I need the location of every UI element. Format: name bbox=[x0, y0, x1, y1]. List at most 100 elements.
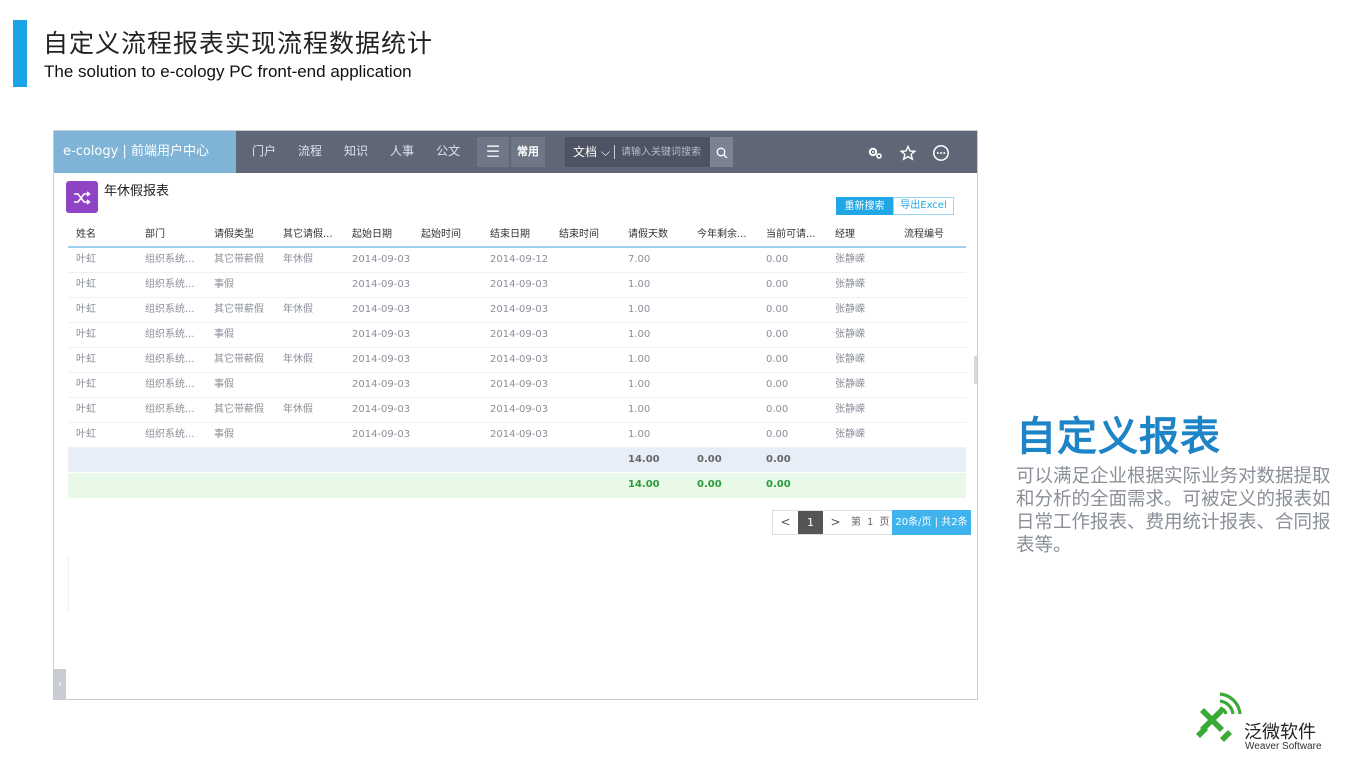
cell-leave-type: 其它带薪假 bbox=[214, 304, 264, 315]
cell-start-date: 2014-09-03 bbox=[352, 354, 411, 365]
brand-title[interactable]: e-cology | 前端用户中心 bbox=[54, 131, 236, 173]
cell-name: 叶虹 bbox=[76, 279, 96, 290]
search-scope-select[interactable]: 文档 ⌵ bbox=[573, 137, 610, 167]
feature-description: 可以满足企业根据实际业务对数据提取和分析的全面需求。可被定义的报表如日常工作报表… bbox=[1016, 466, 1331, 556]
nav-item-documents[interactable]: 公文 bbox=[436, 131, 460, 173]
cell-name: 叶虹 bbox=[76, 404, 96, 415]
nav-item-workflow[interactable]: 流程 bbox=[298, 131, 322, 173]
table-row[interactable]: 叶虹 组织系统... 事假 2014-09-03 2014-09-03 1.00 0.00 张… bbox=[68, 273, 966, 298]
column-header-flow-no[interactable]: 流程编号 bbox=[904, 223, 970, 247]
cell-end-date: 2014-09-03 bbox=[490, 429, 549, 440]
scrollbar[interactable] bbox=[974, 356, 977, 384]
cell-leave-type: 事假 bbox=[214, 329, 234, 340]
column-header-leave-type[interactable]: 请假类型 bbox=[214, 223, 280, 247]
expand-sidebar-button[interactable]: › bbox=[54, 669, 66, 699]
page-size-select[interactable]: 20条/页 | 共2条 bbox=[892, 510, 971, 535]
cell-dept: 组织系统... bbox=[145, 354, 195, 365]
column-header-dept[interactable]: 部门 bbox=[145, 223, 211, 247]
subtotal-remaining: 0.00 bbox=[697, 454, 722, 465]
cell-manager: 张静嵘 bbox=[835, 329, 865, 340]
nav-item-hr[interactable]: 人事 bbox=[390, 131, 414, 173]
pagination: < 1 > 第 1 页 20条/页 | 共2条 bbox=[772, 510, 971, 535]
column-header-other-leave[interactable]: 其它请假... bbox=[283, 223, 349, 247]
more-icon[interactable] bbox=[930, 141, 952, 163]
main-nav: 门户 流程 知识 人事 公文 bbox=[252, 131, 482, 173]
cell-leave-type: 事假 bbox=[214, 279, 234, 290]
column-header-days[interactable]: 请假天数 bbox=[628, 223, 694, 247]
column-header-end-date[interactable]: 结束日期 bbox=[490, 223, 556, 247]
column-header-end-time[interactable]: 结束时间 bbox=[559, 223, 625, 247]
cell-name: 叶虹 bbox=[76, 354, 96, 365]
cell-other-leave: 年休假 bbox=[283, 354, 313, 365]
total-row: 14.00 0.00 0.00 bbox=[68, 473, 966, 498]
column-header-name[interactable]: 姓名 bbox=[76, 223, 142, 247]
slide-accent-bar bbox=[13, 20, 27, 87]
table-row[interactable]: 叶虹 组织系统... 其它带薪假 年休假 2014-09-03 2014-09-03 1.0… bbox=[68, 398, 966, 423]
cell-leave-type: 其它带薪假 bbox=[214, 254, 264, 265]
goto-page-input[interactable]: 1 bbox=[864, 511, 876, 534]
next-page-button[interactable]: > bbox=[823, 511, 848, 534]
logo-subtitle: Weaver Software bbox=[1245, 741, 1322, 752]
slide-title: 自定义流程报表实现流程数据统计 bbox=[43, 29, 434, 58]
cell-days: 1.00 bbox=[628, 354, 651, 365]
cell-dept: 组织系统... bbox=[145, 329, 195, 340]
goto-suffix: 页 bbox=[879, 517, 890, 528]
subtotal-available: 0.00 bbox=[766, 454, 791, 465]
hamburger-icon[interactable]: ☰ bbox=[477, 137, 509, 167]
nav-item-portal[interactable]: 门户 bbox=[252, 131, 276, 173]
cell-end-date: 2014-09-03 bbox=[490, 404, 549, 415]
cell-manager: 张静嵘 bbox=[835, 404, 865, 415]
slide-subtitle: The solution to e-cology PC front-end ap… bbox=[44, 62, 412, 81]
search-scope-label: 文档 bbox=[573, 145, 598, 159]
common-button[interactable]: 常用 bbox=[511, 137, 545, 167]
cell-available: 0.00 bbox=[766, 354, 789, 365]
subtotal-row: 14.00 0.00 0.00 bbox=[68, 448, 966, 473]
column-header-remaining[interactable]: 今年剩余... bbox=[697, 223, 763, 247]
cell-available: 0.00 bbox=[766, 304, 789, 315]
column-header-start-time[interactable]: 起始时间 bbox=[421, 223, 487, 247]
cell-days: 1.00 bbox=[628, 404, 651, 415]
cell-days: 7.00 bbox=[628, 254, 651, 265]
cell-dept: 组织系统... bbox=[145, 379, 195, 390]
cell-end-date: 2014-09-03 bbox=[490, 279, 549, 290]
cell-days: 1.00 bbox=[628, 279, 651, 290]
shuffle-icon bbox=[66, 181, 98, 213]
cell-other-leave: 年休假 bbox=[283, 254, 313, 265]
cell-end-date: 2014-09-03 bbox=[490, 304, 549, 315]
search-icon[interactable] bbox=[710, 137, 733, 167]
top-navigation: e-cology | 前端用户中心 门户 流程 知识 人事 公文 ☰ 常用 文档… bbox=[54, 131, 977, 173]
table-row[interactable]: 叶虹 组织系统... 事假 2014-09-03 2014-09-03 1.00 0.00 张… bbox=[68, 423, 966, 448]
cell-manager: 张静嵘 bbox=[835, 254, 865, 265]
cell-start-date: 2014-09-03 bbox=[352, 429, 411, 440]
column-header-available[interactable]: 当前可请... bbox=[766, 223, 832, 247]
cell-start-date: 2014-09-03 bbox=[352, 254, 411, 265]
search-box: 文档 ⌵ bbox=[565, 137, 733, 167]
cell-name: 叶虹 bbox=[76, 254, 96, 265]
nav-item-knowledge[interactable]: 知识 bbox=[344, 131, 368, 173]
cell-manager: 张静嵘 bbox=[835, 429, 865, 440]
current-page-button[interactable]: 1 bbox=[798, 511, 823, 534]
cell-start-date: 2014-09-03 bbox=[352, 329, 411, 340]
column-header-manager[interactable]: 经理 bbox=[835, 223, 901, 247]
star-icon[interactable] bbox=[897, 141, 919, 163]
table-row[interactable]: 叶虹 组织系统... 其它带薪假 年休假 2014-09-03 2014-09-03 1.0… bbox=[68, 348, 966, 373]
prev-page-button[interactable]: < bbox=[773, 511, 798, 534]
settings-icon[interactable] bbox=[864, 141, 886, 163]
cell-days: 1.00 bbox=[628, 379, 651, 390]
export-excel-button[interactable]: 导出Excel bbox=[893, 197, 954, 215]
cell-start-date: 2014-09-03 bbox=[352, 379, 411, 390]
re-search-button[interactable]: 重新搜索 bbox=[836, 197, 893, 215]
search-input[interactable] bbox=[621, 142, 709, 162]
cell-days: 1.00 bbox=[628, 329, 651, 340]
search-divider bbox=[614, 145, 615, 159]
table-row[interactable]: 叶虹 组织系统... 事假 2014-09-03 2014-09-03 1.00 0.00 张… bbox=[68, 323, 966, 348]
cell-start-date: 2014-09-03 bbox=[352, 404, 411, 415]
column-header-start-date[interactable]: 起始日期 bbox=[352, 223, 418, 247]
table-row[interactable]: 叶虹 组织系统... 事假 2014-09-03 2014-09-03 1.00 0.00 张… bbox=[68, 373, 966, 398]
table-row[interactable]: 叶虹 组织系统... 其它带薪假 年休假 2014-09-03 2014-09-12 7.0… bbox=[68, 248, 966, 273]
cell-other-leave: 年休假 bbox=[283, 404, 313, 415]
table-row[interactable]: 叶虹 组织系统... 其它带薪假 年休假 2014-09-03 2014-09-03 1.0… bbox=[68, 298, 966, 323]
cell-available: 0.00 bbox=[766, 279, 789, 290]
cell-dept: 组织系统... bbox=[145, 404, 195, 415]
cell-days: 1.00 bbox=[628, 304, 651, 315]
